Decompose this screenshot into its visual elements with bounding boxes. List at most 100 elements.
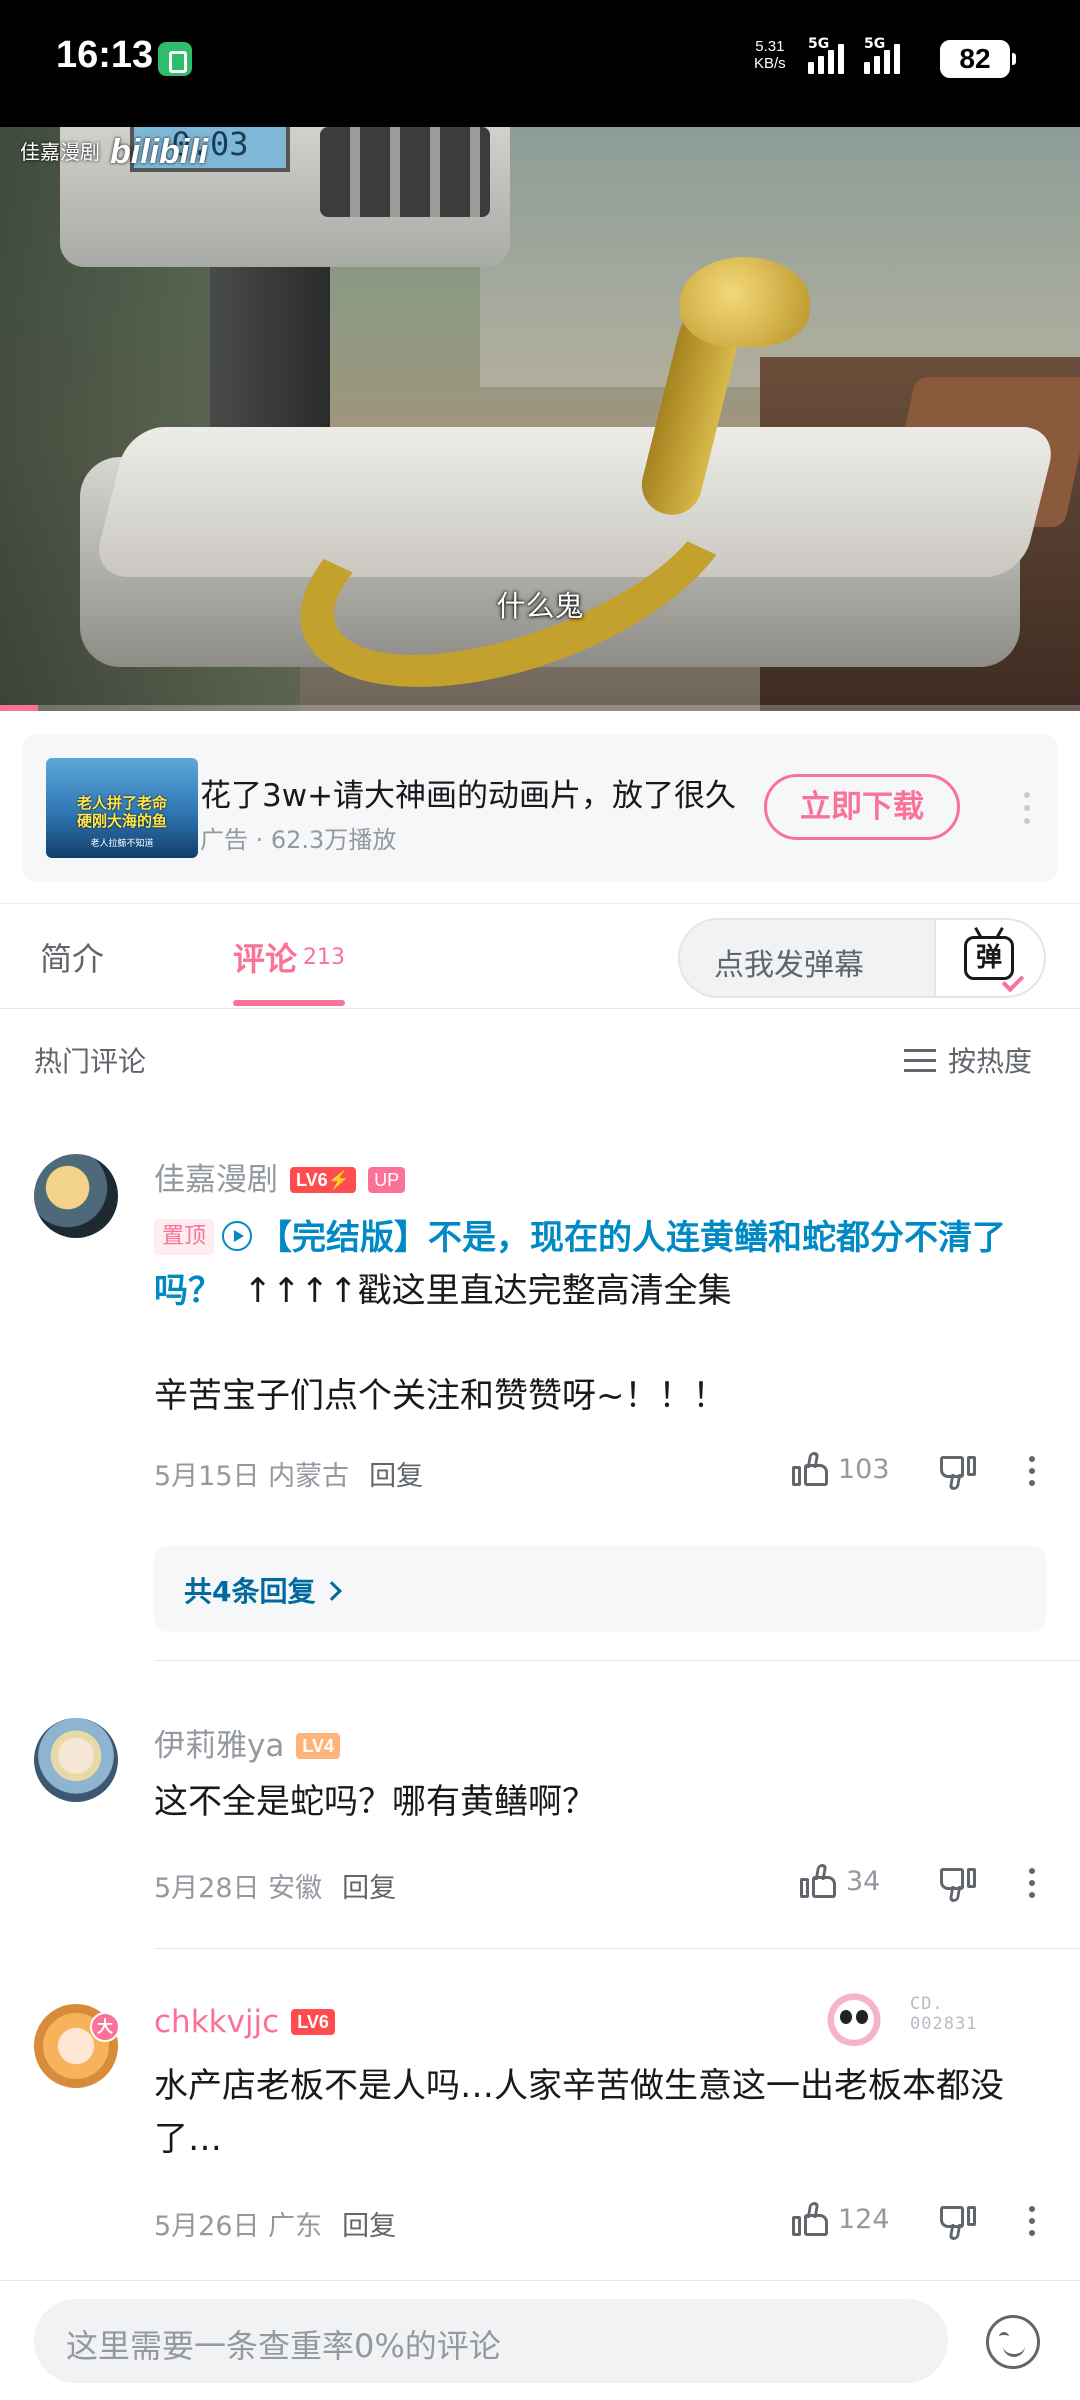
- watermark-channel: 佳嘉漫剧: [20, 140, 100, 164]
- username-text: 伊莉雅ya: [154, 1728, 285, 1764]
- video-player[interactable]: 0.03 佳嘉漫剧 bilibili 什么鬼: [0, 127, 1080, 711]
- comment-location: 广东: [268, 2211, 323, 2242]
- ad-meta: 广告 · 62.3万播放: [200, 826, 397, 854]
- danmaku-icon-char: 弹: [975, 943, 1002, 973]
- panda-icon: [824, 1988, 884, 2046]
- status-time: 16:13: [56, 34, 154, 76]
- sort-button[interactable]: 按热度: [904, 1040, 1032, 1080]
- comment-username[interactable]: 佳嘉漫剧 LV6⚡ UP: [154, 1154, 406, 1199]
- replies-summary-text: 共4条回复: [184, 1575, 316, 1608]
- danmaku-placeholder: 点我发弹幕: [714, 948, 864, 983]
- avatar-badge: 大: [90, 2012, 120, 2042]
- comment-meta: 5月15日 内蒙古 回复: [154, 1454, 423, 1493]
- like-button[interactable]: 124: [792, 2202, 890, 2236]
- danmaku-icon: 弹: [964, 936, 1025, 993]
- comment-meta: 5月28日 安徽 回复: [154, 1866, 396, 1905]
- comment-more-icon[interactable]: [1028, 2206, 1036, 2240]
- download-button[interactable]: 立即下载: [764, 774, 960, 840]
- thumbs-down-icon[interactable]: [940, 1868, 976, 1902]
- comment-text-after: ↑↑↑↑戳这里直达完整高清全集: [243, 1271, 732, 1311]
- username-text: chkkvjjc: [154, 2004, 280, 2040]
- network-speed-value: 5.31: [755, 38, 785, 55]
- comment-input[interactable]: 这里需要一条查重率0%的评论: [34, 2299, 948, 2383]
- signal-2-icon: 5G: [864, 36, 900, 74]
- emoji-icon[interactable]: [986, 2315, 1040, 2369]
- reply-button[interactable]: 回复: [342, 2211, 396, 2242]
- fan-card-prefix: CD.: [910, 1994, 944, 2014]
- thumbs-up-icon: [800, 1864, 836, 1898]
- replies-summary: 共4条回复: [184, 1570, 343, 1610]
- comment-text-line2: 辛苦宝子们点个关注和赞赞呀~！！！: [154, 1376, 727, 1416]
- level-badge: LV4: [296, 1733, 341, 1759]
- tab-comments[interactable]: 评论 213: [233, 934, 345, 980]
- battery-icon: 82: [940, 40, 1016, 78]
- comment-more-icon[interactable]: [1028, 1868, 1036, 1902]
- video-progress-bar[interactable]: [0, 705, 1080, 711]
- app-notification-icon: [158, 42, 192, 76]
- avatar[interactable]: [34, 1154, 118, 1238]
- comment-text: 水产店老板不是人吗…人家辛苦做生意这一出老板本都没了…: [154, 2066, 1004, 2159]
- sort-label: 按热度: [948, 1045, 1033, 1078]
- chevron-right-icon: [322, 1581, 343, 1601]
- hot-comments-title: 热门评论: [34, 1045, 147, 1078]
- comment-location: 内蒙古: [268, 1461, 350, 1492]
- snake-head: [680, 257, 810, 347]
- play-icon: [222, 1221, 253, 1251]
- comment-text: 这不全是蛇吗？哪有黄鳝啊？: [154, 1782, 596, 1822]
- ad-title[interactable]: 花了3w+请大神画的动画片，放了很久: [200, 770, 760, 815]
- divider: [154, 1660, 1080, 1661]
- fan-card-serial: 002831: [910, 2014, 978, 2034]
- comment-input-placeholder: 这里需要一条查重率0%的评论: [66, 2327, 501, 2365]
- ad-thumbnail[interactable]: 老人拼了老命 硬刚大海的鱼 老人拉鲸不知道: [46, 758, 198, 858]
- comment-meta: 5月26日 广东 回复: [154, 2204, 396, 2243]
- comment-username[interactable]: 伊莉雅ya LV4: [154, 1720, 341, 1765]
- tab-active-indicator: [233, 1000, 345, 1006]
- network-type-2: 5G: [864, 36, 886, 52]
- like-count: 124: [838, 2203, 890, 2235]
- danmaku-input[interactable]: 点我发弹幕 弹: [678, 918, 1046, 998]
- video-subtitle: 什么鬼: [496, 589, 584, 623]
- comment-more-icon[interactable]: [1028, 1456, 1036, 1490]
- divider: [154, 1948, 1080, 1949]
- comment-username[interactable]: chkkvjjc LV6: [154, 2004, 335, 2040]
- comment-input-bar: 这里需要一条查重率0%的评论: [0, 2280, 1080, 2400]
- tab-comments-label: 评论: [233, 940, 298, 978]
- level-badge: LV6: [291, 2009, 335, 2035]
- level-badge: LV6⚡: [290, 1167, 357, 1193]
- ad-thumb-line3: 老人拉鲸不知道: [90, 839, 154, 849]
- avatar[interactable]: [34, 1718, 118, 1802]
- thumbs-up-icon: [792, 2202, 828, 2236]
- tab-intro[interactable]: 简介: [40, 934, 104, 980]
- like-count: 34: [846, 1865, 881, 1897]
- video-watermark: 佳嘉漫剧 bilibili: [20, 133, 208, 172]
- view-replies-button[interactable]: 共4条回复: [154, 1546, 1046, 1632]
- video-progress-fill: [0, 705, 38, 711]
- ad-thumb-line2: 硬刚大海的鱼: [76, 812, 167, 830]
- fan-card[interactable]: CD. 002831: [818, 1988, 1068, 2052]
- comment-date: 5月28日: [154, 1873, 260, 1904]
- thumbs-up-icon: [792, 1452, 828, 1486]
- pinned-badge: 置顶: [154, 1219, 215, 1255]
- comment-date: 5月26日: [154, 2211, 260, 2242]
- reply-button[interactable]: 回复: [342, 1873, 396, 1904]
- reply-button[interactable]: 回复: [369, 1461, 423, 1492]
- more-options-icon[interactable]: [1022, 792, 1032, 828]
- like-button[interactable]: 34: [800, 1864, 880, 1898]
- username-text: 佳嘉漫剧: [154, 1162, 278, 1198]
- signal-1-icon: 5G: [808, 36, 844, 74]
- ad-card[interactable]: 老人拼了老命 硬刚大海的鱼 老人拉鲸不知道 花了3w+请大神画的动画片，放了很久…: [22, 734, 1058, 882]
- sort-icon: [904, 1047, 936, 1073]
- like-count: 103: [838, 1453, 890, 1485]
- comment-text: 置顶 【完结版】不是，现在的人连黄鳝和蛇都分不清了吗？ ↑↑↑↑戳这里直达完整高清…: [154, 1212, 1054, 1318]
- fan-card-number: CD. 002831: [910, 1994, 977, 2034]
- comment-count: 213: [303, 945, 346, 970]
- thumbs-down-icon[interactable]: [940, 1456, 976, 1490]
- like-button[interactable]: 103: [792, 1452, 890, 1486]
- video-tabs: 简介 评论 213 点我发弹幕 弹: [0, 903, 1080, 1009]
- network-speed-unit: KB/s: [754, 55, 786, 72]
- comment-location: 安徽: [268, 1873, 323, 1904]
- network-speed: 5.31 KB/s: [754, 38, 786, 72]
- comment-date: 5月15日: [154, 1461, 260, 1492]
- thumbs-down-icon[interactable]: [940, 2206, 976, 2240]
- danmaku-toggle-button[interactable]: 弹: [934, 920, 1044, 996]
